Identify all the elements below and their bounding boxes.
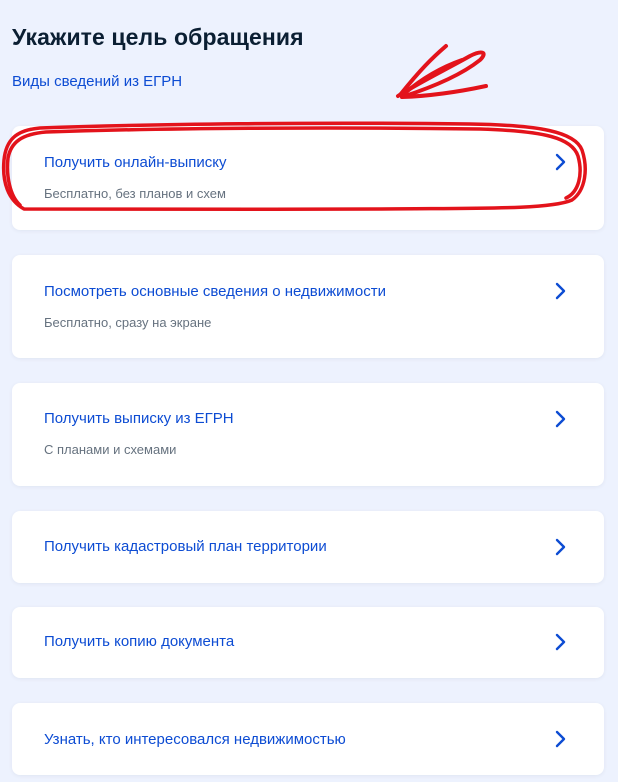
option-title: Получить онлайн-выписку — [44, 154, 227, 171]
option-title: Получить кадастровый план территории — [44, 538, 327, 555]
option-card-egrn-extract[interactable]: Получить выписку из ЕГРН С планами и схе… — [12, 383, 604, 486]
option-card-cadastral-plan[interactable]: Получить кадастровый план территории — [12, 511, 604, 583]
option-subtitle: Бесплатно, сразу на экране — [44, 315, 212, 330]
chevron-right-icon — [554, 282, 568, 300]
page-title: Укажите цель обращения — [12, 24, 304, 50]
option-title: Посмотреть основные сведения о недвижимо… — [44, 283, 386, 300]
chevron-right-icon — [554, 153, 568, 171]
chevron-right-icon — [554, 538, 568, 556]
option-subtitle: С планами и схемами — [44, 442, 177, 457]
option-title: Узнать, кто интересовался недвижимостью — [44, 731, 346, 748]
option-card-document-copy[interactable]: Получить копию документа — [12, 607, 604, 678]
chevron-right-icon — [554, 410, 568, 428]
option-subtitle: Бесплатно, без планов и схем — [44, 186, 226, 201]
option-card-who-requested[interactable]: Узнать, кто интересовался недвижимостью — [12, 703, 604, 775]
page: Укажите цель обращения Виды сведений из … — [0, 0, 618, 782]
option-card-basic-info[interactable]: Посмотреть основные сведения о недвижимо… — [12, 255, 604, 358]
egrn-info-types-link[interactable]: Виды сведений из ЕГРН — [12, 73, 182, 90]
chevron-right-icon — [554, 730, 568, 748]
option-title: Получить копию документа — [44, 633, 235, 650]
option-card-online-extract[interactable]: Получить онлайн-выписку Бесплатно, без п… — [12, 126, 604, 230]
chevron-right-icon — [554, 633, 568, 651]
option-title: Получить выписку из ЕГРН — [44, 410, 234, 427]
